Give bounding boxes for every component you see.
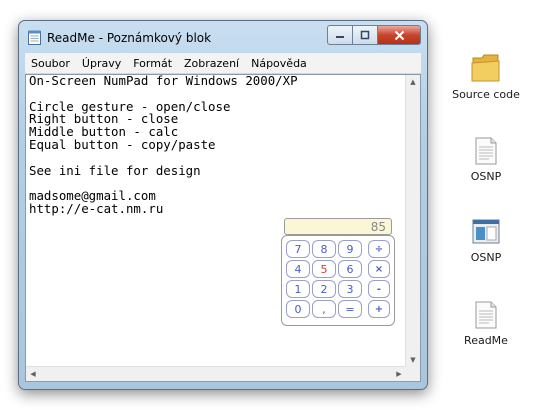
numpad-key[interactable]: 4 [286, 260, 310, 278]
vertical-scrollbar[interactable]: ▲ ▼ [405, 75, 420, 367]
numpad-key[interactable]: 8 [312, 240, 336, 258]
numpad-key[interactable]: 9 [338, 240, 362, 258]
numpad-body: 7 8 9 4 5 6 1 2 3 0 , = ÷ × - + [281, 235, 395, 326]
menu-format[interactable]: Formát [127, 57, 178, 70]
desktop-icon-label: OSNP [470, 251, 502, 264]
window-title: ReadMe - Poznámkový blok [47, 31, 212, 45]
text-line: Equal button - copy/paste [29, 136, 216, 152]
numpad-key[interactable]: 1 [286, 280, 310, 298]
desktop-icon-label: OSNP [470, 170, 502, 183]
resize-grip[interactable] [406, 367, 420, 381]
desktop-icon-label: ReadMe [464, 334, 508, 347]
application-icon [472, 219, 500, 244]
scroll-down-icon[interactable]: ▼ [406, 353, 420, 367]
numpad-key[interactable]: , [312, 300, 336, 318]
close-icon [394, 30, 404, 40]
menu-soubor[interactable]: Soubor [25, 57, 76, 70]
text-line: http://e-cat.nm.ru [29, 200, 164, 216]
numpad-key[interactable]: 2 [312, 280, 336, 298]
plus-key[interactable]: + [368, 300, 390, 318]
maximize-icon [360, 30, 370, 40]
menu-zobrazeni[interactable]: Zobrazení [178, 57, 245, 70]
scroll-up-icon[interactable]: ▲ [406, 75, 420, 89]
notepad-icon [28, 30, 41, 45]
folder-icon [471, 54, 500, 82]
numpad-key[interactable]: 0 [286, 300, 310, 318]
desktop-icon-readme[interactable]: ReadMe [446, 300, 526, 347]
scroll-right-icon[interactable]: ▶ [392, 367, 406, 381]
text-file-icon [475, 301, 497, 329]
divide-key[interactable]: ÷ [368, 240, 390, 258]
numpad-equal-key[interactable]: = [338, 300, 362, 318]
minimize-button[interactable] [327, 25, 353, 45]
numpad-key[interactable]: 3 [338, 280, 362, 298]
scroll-left-icon[interactable]: ◀ [26, 367, 40, 381]
caption-buttons [327, 25, 421, 45]
notepad-window: ReadMe - Poznámkový blok Soubor Úpravy F… [18, 20, 428, 390]
text-line: See ini file for design [29, 162, 201, 178]
maximize-button[interactable] [353, 25, 378, 45]
on-screen-numpad: 85 7 8 9 4 5 6 1 2 3 0 , = ÷ × - + [281, 218, 395, 326]
numpad-display: 85 [284, 218, 392, 235]
close-button[interactable] [378, 25, 421, 45]
numpad-key[interactable]: 5 [312, 260, 336, 278]
desktop-icon-source-code[interactable]: Source code [446, 50, 526, 101]
numpad-key[interactable]: 6 [338, 260, 362, 278]
text-file-icon [475, 137, 497, 165]
horizontal-scrollbar[interactable]: ◀ ▶ [26, 366, 406, 381]
title-bar[interactable]: ReadMe - Poznámkový blok [19, 21, 427, 51]
multiply-key[interactable]: × [368, 260, 390, 278]
text-line: On-Screen NumPad for Windows 2000/XP [29, 75, 298, 88]
minimize-icon [336, 36, 344, 38]
desktop-icon-label: Source code [452, 88, 520, 101]
minus-key[interactable]: - [368, 280, 390, 298]
menu-upravy[interactable]: Úpravy [76, 57, 127, 70]
desktop-icon-osnp-ini[interactable]: OSNP [446, 136, 526, 183]
numpad-key[interactable]: 7 [286, 240, 310, 258]
menu-napoveda[interactable]: Nápověda [245, 57, 313, 70]
desktop-icon-osnp-exe[interactable]: OSNP [446, 217, 526, 264]
menu-bar: Soubor Úpravy Formát Zobrazení Nápověda [25, 53, 421, 74]
